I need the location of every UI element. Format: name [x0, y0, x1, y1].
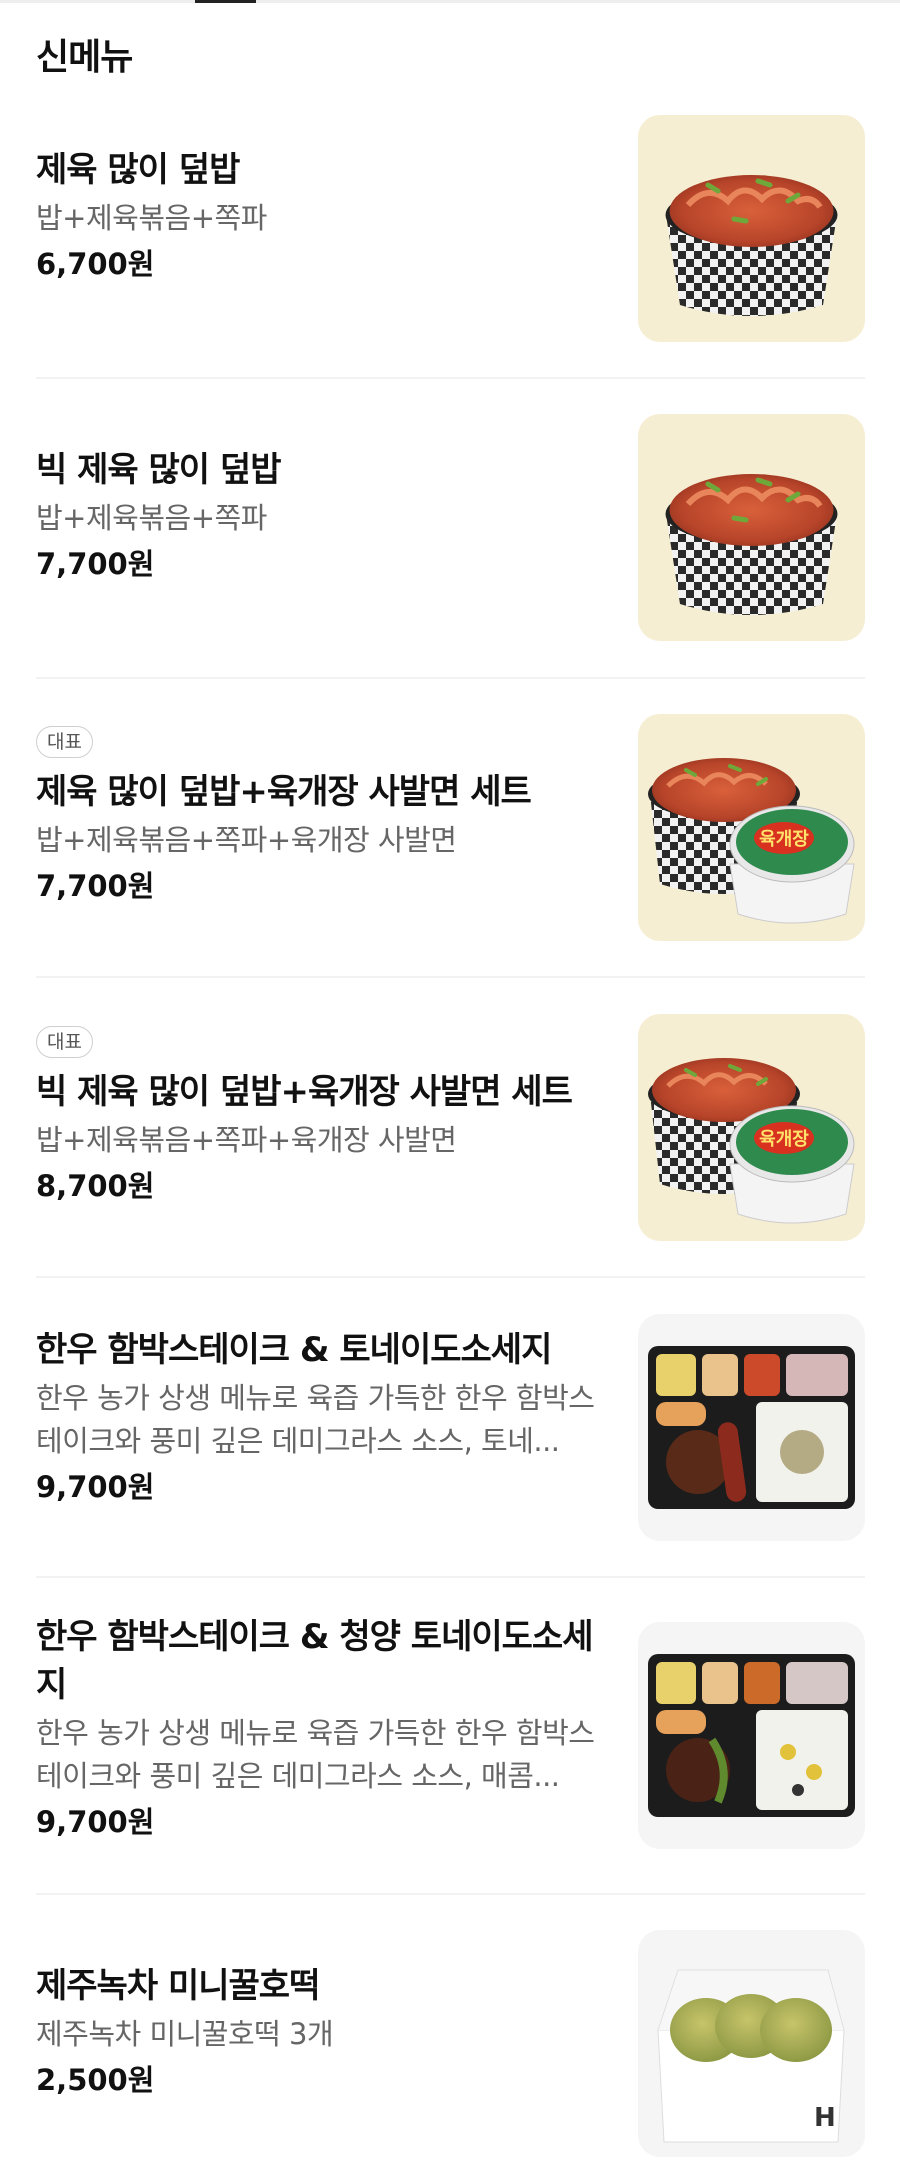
signature-badge: 대표 — [36, 726, 93, 758]
menu-item-name: 한우 함박스테이크 & 토네이도소세지 — [36, 1330, 552, 1370]
menu-item-name: 제육 많이 덮밥 — [36, 150, 240, 190]
active-tab-indicator — [195, 0, 256, 3]
pork-rice-bowl-icon — [638, 414, 865, 641]
menu-item-description: 밥+제육볶음+쪽파+육개장 사발면 — [36, 823, 457, 857]
menu-item-description: 밥+제육볶음+쪽파 — [36, 201, 267, 235]
rice-bowl-noodle-set-icon: 육개장 — [638, 1014, 865, 1241]
bento-box-icon — [638, 1314, 865, 1541]
menu-item-name: 빅 제육 많이 덮밥 — [36, 450, 281, 490]
menu-item-description: 한우 농가 상생 메뉴로 육즙 가득한 한우 함박스테이크와 풍미 깊은 데미그… — [36, 1716, 595, 1793]
menu-item-price: 2,500원 — [36, 2063, 155, 2097]
hotteok-pack-icon: H — [638, 1930, 865, 2157]
menu-item-price: 7,700원 — [36, 547, 155, 581]
bento-box-icon — [638, 1622, 865, 1849]
menu-item-price: 6,700원 — [36, 247, 155, 281]
divider — [36, 1893, 865, 1895]
menu-item-name: 제육 많이 덮밥+육개장 사발면 세트 — [36, 772, 532, 812]
menu-item-description: 제주녹차 미니꿀호떡 3개 — [36, 2017, 334, 2051]
divider — [36, 1576, 865, 1578]
menu-item-price: 9,700원 — [36, 1805, 155, 1839]
menu-item-price: 7,700원 — [36, 869, 155, 903]
menu-item-description: 밥+제육볶음+쪽파+육개장 사발면 — [36, 1123, 457, 1157]
pork-rice-bowl-icon — [638, 115, 865, 342]
divider — [36, 1276, 865, 1278]
rice-bowl-noodle-set-icon: 육개장 — [638, 714, 865, 941]
divider — [36, 976, 865, 978]
section-title: 신메뉴 — [36, 37, 133, 78]
menu-item-name: 제주녹차 미니꿀호떡 — [36, 1966, 320, 2006]
top-border — [0, 0, 900, 3]
divider — [36, 377, 865, 379]
svg-text:H: H — [814, 2103, 836, 2133]
menu-item-description: 밥+제육볶음+쪽파 — [36, 501, 267, 535]
divider — [36, 677, 865, 679]
menu-item-name: 빅 제육 많이 덮밥+육개장 사발면 세트 — [36, 1072, 573, 1112]
svg-text:육개장: 육개장 — [759, 1129, 809, 1150]
menu-item-name: 한우 함박스테이크 & 청양 토네이도소세지 — [36, 1617, 593, 1705]
signature-badge: 대표 — [36, 1026, 93, 1058]
menu-item-description: 한우 농가 상생 메뉴로 육즙 가득한 한우 함박스테이크와 풍미 깊은 데미그… — [36, 1381, 595, 1458]
svg-text:육개장: 육개장 — [759, 829, 809, 850]
menu-item-price: 8,700원 — [36, 1169, 155, 1203]
menu-item-price: 9,700원 — [36, 1470, 155, 1504]
